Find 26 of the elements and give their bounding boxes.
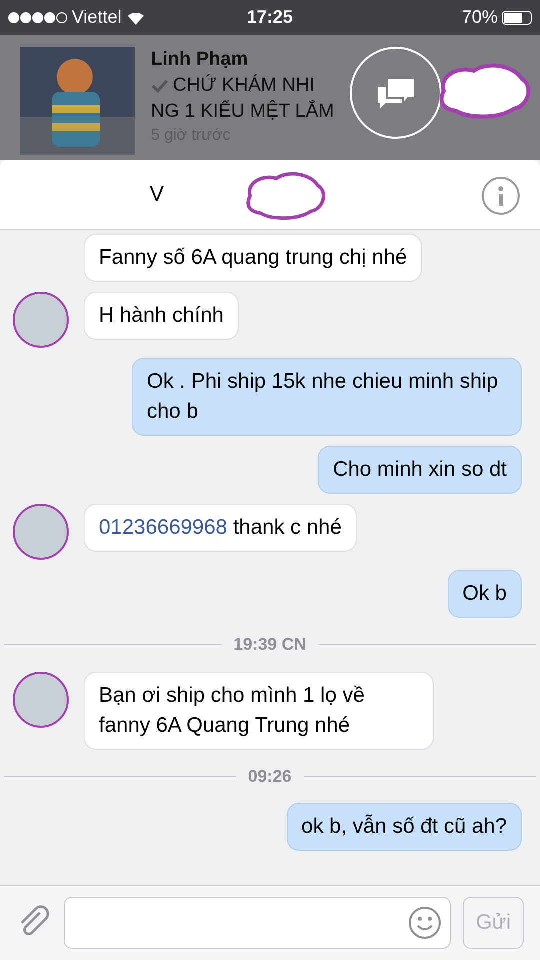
message-input[interactable] bbox=[64, 897, 451, 949]
info-button[interactable] bbox=[482, 177, 520, 215]
info-icon bbox=[497, 186, 505, 206]
battery-icon bbox=[502, 10, 532, 24]
received-message: H hành chính bbox=[84, 292, 239, 340]
notification-text: CHỨ KHÁM NHI bbox=[173, 74, 315, 98]
sent-message: ok b, vẫn số đt cũ ah? bbox=[286, 803, 522, 851]
carrier: Viettel bbox=[72, 6, 122, 29]
phone-link[interactable]: 01236669968 bbox=[99, 516, 228, 539]
battery-percent: 70% bbox=[462, 6, 498, 29]
notification-text: NG 1 KIỂU MỆT LẮM bbox=[151, 99, 334, 124]
sent-message: Ok b bbox=[448, 570, 522, 618]
chat-title: V bbox=[150, 182, 164, 208]
timestamp: 19:39 CN bbox=[234, 634, 306, 656]
sender-name: Linh Phạm bbox=[151, 48, 250, 72]
received-message: Bạn ơi ship cho mình 1 lọ về fanny 6A Quang Trung nhé bbox=[84, 672, 434, 750]
timestamp: 09:26 bbox=[248, 766, 292, 788]
check-icon bbox=[151, 79, 169, 93]
received-message: Fanny số 6A quang trung chị nhé bbox=[84, 234, 422, 282]
received-message: 01236669968 thank c nhé bbox=[84, 504, 357, 552]
smiley-icon[interactable] bbox=[408, 906, 442, 940]
sent-message: Ok . Phi ship 15k nhe chieu minh ship cho b bbox=[132, 358, 522, 436]
signal-icon bbox=[8, 12, 68, 24]
sent-message: Cho minh xin so dt bbox=[318, 446, 522, 494]
clock: 17:25 bbox=[246, 6, 294, 29]
chat-head-button[interactable] bbox=[350, 47, 442, 139]
